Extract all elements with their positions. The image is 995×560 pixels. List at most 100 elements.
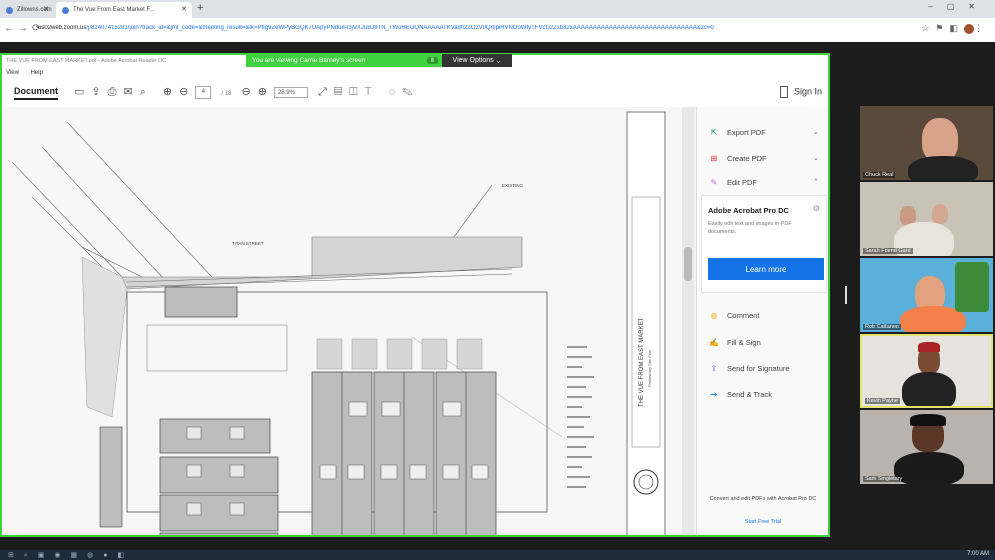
send-signature-label: Send for Signature — [727, 363, 790, 373]
street-label: TITAN STREET — [232, 241, 264, 246]
email-icon[interactable]: ✉ — [123, 86, 139, 98]
video-tile-sarah[interactable]: Sarah Friend Gard — [860, 182, 993, 256]
title-block-sub: Preliminary Site Plan — [647, 350, 652, 387]
participant-name: Rob Cattaneo — [863, 324, 901, 330]
promo-title: Adobe Acrobat Pro DC — [708, 206, 789, 215]
search-icon[interactable]: ⌕ — [140, 86, 153, 98]
browser-tab-bar: Zillowns.com ✕ The Vue From East Market … — [0, 0, 995, 18]
palm-tree — [955, 262, 989, 312]
page-total: / 18 — [221, 91, 232, 97]
participant-name: Kevin Payne — [865, 398, 900, 404]
participant-name: Chuck Real — [863, 172, 896, 178]
prev-page-icon[interactable]: ⊕ — [163, 86, 179, 98]
video-tile-sam[interactable]: Sam Singletary — [860, 410, 993, 484]
site-plan-drawing: TITAN STREET EXISTING THE VUE FROM EAST … — [2, 107, 682, 535]
create-pdf-label: Create PDF — [727, 153, 767, 163]
participant-body — [894, 452, 964, 484]
page-number-input[interactable]: 4 — [195, 85, 212, 99]
participant-body — [908, 156, 978, 180]
video-tile-rob[interactable]: Rob Cattaneo — [860, 258, 993, 332]
video-tile-kevin[interactable]: Kevin Payne — [860, 334, 993, 408]
comment-item[interactable]: ◍ Comment — [709, 310, 760, 320]
send-track-item[interactable]: ➔ Send & Track — [709, 389, 772, 399]
document-tab[interactable]: Document — [14, 86, 59, 100]
fill-sign-item[interactable]: ✍ Fill & Sign — [709, 337, 761, 347]
participant-hat — [918, 342, 940, 352]
acrobat-pro-promo: Adobe Acrobat Pro DC ⚙ Easily edit text … — [701, 195, 827, 293]
participant-name: Sarah Friend Gard — [863, 248, 913, 254]
address-bar: ←→⟳ us02web.zoom.us/j/82407415281/join?t… — [0, 18, 995, 43]
promo-settings-icon[interactable]: ⚙ — [813, 204, 820, 213]
free-trial-link[interactable]: Start Free Trial — [705, 519, 821, 525]
menu-view[interactable]: View — [6, 70, 19, 76]
share-pause-button[interactable]: Ⅱ — [427, 57, 438, 64]
taskbar-clock: 7:00 AM — [966, 551, 989, 557]
shared-screen: THE VUE FROM EAST MARKET.pdf - Adobe Acr… — [0, 53, 830, 537]
participant-face — [932, 204, 948, 224]
menu-help[interactable]: Help — [31, 70, 43, 76]
comment-icon: ◍ — [710, 310, 718, 320]
acrobat-menu: View Help — [2, 67, 828, 79]
browser-tab-zillow[interactable]: Zillowns.com ✕ — [0, 2, 54, 18]
print-icon[interactable]: ⎙ — [108, 86, 124, 98]
promo-description: Easily edit text and images in PDF docum… — [708, 221, 792, 235]
taskbar-app-icons[interactable]: ⊞⌕▣◉▦◍●◧ — [8, 551, 134, 560]
close-tab-icon[interactable]: ✕ — [181, 5, 187, 13]
sign-in-label: Sign In — [793, 86, 822, 97]
new-tab-button[interactable]: + — [197, 2, 203, 14]
share-banner-text: You are viewing Carrie Barney's screen — [252, 57, 366, 64]
os-taskbar: ⊞⌕▣◉▦◍●◧ 7:00 AM — [0, 550, 995, 560]
upload-icon[interactable]: ⇪ — [91, 86, 107, 98]
comment-icon[interactable]: ◌ — [389, 86, 403, 98]
marquee-icon[interactable]: ⊤ — [365, 86, 379, 98]
tab-label: The Vue From East Market F... — [73, 7, 155, 13]
close-tab-icon[interactable]: ✕ — [43, 5, 49, 13]
next-page-icon[interactable]: ⊖ — [179, 86, 195, 98]
rotate-icon[interactable]: ◫ — [349, 86, 364, 98]
edit-pdf-label: Edit PDF — [727, 177, 758, 187]
export-pdf-icon: ⇱ — [710, 127, 718, 137]
create-pdf-item[interactable]: ⊞ Create PDF ⌄ — [709, 153, 819, 163]
vertical-scrollbar[interactable] — [682, 107, 694, 535]
acrobat-toolbar: Document ▭⇪⎙✉⌕ ⊕⊖ 4 / 18 ⊖⊕ 28.9% ⤢▤◫⊤ ◌✎ … — [2, 79, 828, 108]
url-field[interactable]: us02web.zoom.us/j/82407415281/join?track… — [38, 25, 898, 31]
chevron-up-icon[interactable]: ⌃ — [813, 178, 819, 186]
create-pdf-icon: ⊞ — [710, 153, 718, 163]
comment-label: Comment — [727, 310, 760, 320]
browser-tab-vue[interactable]: The Vue From East Market F... ✕ — [56, 2, 192, 18]
fit-page-icon[interactable]: ⤢ — [318, 86, 334, 98]
extension-icons[interactable]: ☆⚑◧ ⋮ — [921, 23, 989, 34]
video-tile-chuck[interactable]: Chuck Real — [860, 106, 993, 180]
participant-name: Sam Singletary — [863, 476, 905, 482]
export-pdf-label: Export PDF — [727, 127, 766, 137]
sign-in-button[interactable]: Sign In — [779, 86, 822, 98]
view-options-button[interactable]: View Options ⌄ — [442, 54, 512, 67]
edit-pdf-icon: ✎ — [710, 177, 718, 187]
view-options-label: View Options — [452, 57, 494, 64]
bookmark-icon[interactable]: ▭ — [74, 86, 91, 98]
gallery-resize-handle[interactable] — [845, 286, 847, 304]
callout-label: EXISTING — [502, 183, 524, 188]
scroll-mode-icon[interactable]: ▤ — [334, 86, 349, 98]
scrollbar-thumb[interactable] — [684, 247, 692, 281]
screen-share-banner: You are viewing Carrie Barney's screen Ⅱ — [246, 54, 442, 67]
send-signature-item[interactable]: ⇪ Send for Signature — [709, 363, 790, 373]
edit-pdf-item[interactable]: ✎ Edit PDF ⌃ — [709, 177, 819, 187]
zoom-out-icon[interactable]: ⊖ — [241, 86, 257, 98]
zoom-in-icon[interactable]: ⊕ — [258, 86, 274, 98]
chevron-down-icon[interactable]: ⌄ — [813, 128, 819, 136]
send-track-icon: ➔ — [710, 389, 718, 399]
url-path: /j/82407415281/join?track_id=&jmf_code=&… — [86, 25, 714, 31]
learn-more-button[interactable]: Learn more — [708, 258, 824, 280]
chevron-down-icon[interactable]: ⌄ — [813, 154, 819, 162]
send-track-label: Send & Track — [727, 389, 773, 399]
title-block-name: THE VUE FROM EAST MARKET — [639, 317, 645, 407]
export-pdf-item[interactable]: ⇱ Export PDF ⌄ — [709, 127, 819, 137]
pen-icon[interactable]: ✎ — [402, 86, 419, 98]
profile-avatar[interactable] — [964, 23, 974, 34]
zoom-level-select[interactable]: 28.9% — [273, 86, 308, 98]
pdf-page[interactable]: TITAN STREET EXISTING THE VUE FROM EAST … — [2, 107, 682, 535]
fill-sign-label: Fill & Sign — [727, 337, 761, 347]
window-controls[interactable]: –▢✕ — [928, 2, 989, 11]
toolbar-tools: ▭⇪⎙✉⌕ ⊕⊖ 4 / 18 ⊖⊕ 28.9% ⤢▤◫⊤ ◌✎ — [74, 85, 419, 99]
